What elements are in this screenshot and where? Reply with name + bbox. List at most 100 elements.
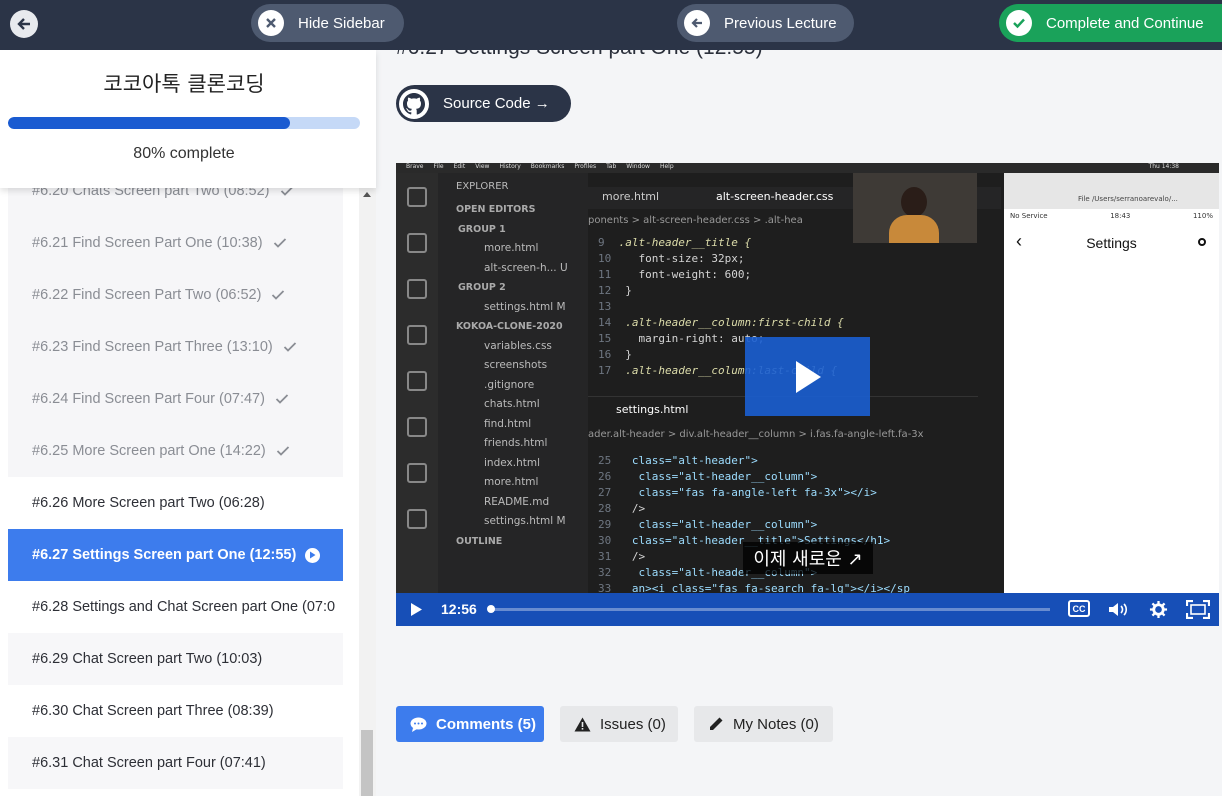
explorer-file: index.html	[484, 456, 540, 469]
lecture-item[interactable]: #6.26 More Screen part Two (06:28)	[8, 477, 343, 529]
code-text: />	[625, 550, 646, 563]
lecture-item[interactable]: #6.28 Settings and Chat Screen part One …	[8, 581, 343, 633]
lecture-item[interactable]: #6.25 More Screen part One (14:22)	[8, 425, 343, 477]
explorer-file: friends.html	[484, 437, 548, 449]
complete-and-continue-button[interactable]: Complete and Continue	[999, 4, 1222, 42]
seek-knob[interactable]	[487, 605, 495, 613]
lecture-label: #6.25 More Screen part One (14:22)	[32, 443, 266, 459]
carrier: No Service	[1010, 212, 1048, 220]
lecture-item[interactable]: #6.29 Chat Screen part Two (10:03)	[8, 633, 343, 685]
course-title: 코코아톡 클론코딩	[103, 72, 265, 96]
code-text: />	[625, 502, 646, 515]
lecture-item[interactable]: #6.21 Find Screen Part One (10:38)	[8, 217, 343, 269]
vscode-explorer: EXPLORER OPEN EDITORS GROUP 1 more.html alt…	[438, 173, 588, 593]
instructor-head	[901, 187, 927, 217]
settings-gear-icon[interactable]	[1149, 600, 1168, 619]
explorer-file: settings.html M	[484, 515, 566, 527]
arrow-left-icon	[684, 10, 710, 36]
code-text: font-size: 32px;	[625, 252, 745, 265]
explorer-file: more.html	[484, 242, 539, 254]
line-number: 13	[598, 300, 612, 313]
previous-lecture-button[interactable]: Previous Lecture	[677, 4, 854, 42]
issues-label: Issues (0)	[600, 715, 666, 733]
line-number: 29	[598, 518, 612, 531]
check-icon	[283, 342, 296, 352]
code-text: class="alt-header__column">	[625, 518, 818, 531]
extensions-icon	[407, 371, 427, 391]
closed-captions-icon[interactable]: CC	[1068, 600, 1090, 617]
line-number: 11	[598, 268, 612, 281]
comments-label: Comments (5)	[436, 715, 537, 733]
progress-text: 80% complete	[133, 145, 235, 162]
lecture-label: #6.23 Find Screen Part Three (13:10)	[32, 339, 273, 355]
phone-title: Settings	[1086, 235, 1137, 251]
comments-tab[interactable]: Comments (5)	[396, 706, 544, 742]
explorer-section: OUTLINE	[456, 535, 503, 547]
line-number: 26	[598, 470, 612, 483]
check-icon	[273, 238, 286, 248]
lecture-item[interactable]: #6.24 Find Screen Part Four (07:47)	[8, 373, 343, 425]
explorer-section: GROUP 1	[458, 223, 506, 235]
run-icon	[407, 325, 427, 345]
seek-bar[interactable]	[487, 605, 1050, 613]
arrow-left-icon	[17, 18, 30, 30]
lecture-item[interactable]: #6.22 Find Screen Part Two (06:52)	[8, 269, 343, 321]
line-number: 25	[598, 454, 612, 467]
editor-tab: alt-screen-header.css	[716, 190, 834, 203]
my-notes-tab[interactable]: My Notes (0)	[694, 706, 833, 742]
instructor-body	[889, 215, 939, 243]
fullscreen-icon[interactable]	[1186, 600, 1210, 619]
code-text: margin-right: auto;	[625, 332, 765, 345]
volume-icon[interactable]	[1108, 601, 1130, 618]
sidebar-scrollbar[interactable]	[359, 188, 376, 796]
code-line: 28 />	[598, 501, 910, 517]
course-progress-header: 코코아톡 클론코딩 80% complete	[0, 50, 376, 188]
big-play-button[interactable]	[745, 337, 870, 416]
code-line: 25 class="alt-header">	[598, 453, 910, 469]
explorer-section: OPEN EDITORS	[456, 204, 536, 215]
progress-bar-fill	[8, 117, 290, 129]
video-player[interactable]: Brave File Edit View History Bookmarks Profile…	[396, 163, 1219, 626]
lecture-label: #6.31 Chat Screen part Four (07:41)	[32, 755, 266, 771]
pencil-icon	[708, 716, 724, 732]
my-notes-label: My Notes (0)	[733, 715, 819, 733]
search-icon	[407, 233, 427, 253]
back-button[interactable]	[10, 10, 38, 38]
docker-icon	[407, 463, 427, 483]
explorer-title: EXPLORER	[456, 181, 509, 192]
hide-sidebar-button[interactable]: Hide Sidebar	[251, 4, 404, 42]
explorer-file: more.html	[484, 476, 539, 488]
comment-icon	[410, 717, 427, 732]
lecture-label: #6.28 Settings and Chat Screen part One …	[32, 599, 336, 615]
lecture-item-active[interactable]: #6.27 Settings Screen part One (12:55)	[8, 529, 343, 581]
explorer-section: KOKOA-CLONE-2020	[456, 321, 563, 332]
lecture-item[interactable]: #6.31 Chat Screen part Four (07:41)	[8, 737, 343, 789]
warning-icon	[574, 717, 591, 732]
issues-tab[interactable]: Issues (0)	[560, 706, 678, 742]
source-code-button[interactable]: Source Code →	[396, 85, 571, 122]
close-icon	[258, 10, 284, 36]
line-number: 16	[598, 348, 612, 361]
battery: 110%	[1192, 212, 1213, 220]
check-icon	[272, 290, 285, 300]
sidebar: 코코아톡 클론코딩 80% complete #6.20 Chats Scree…	[0, 50, 376, 796]
lecture-item[interactable]: #6.30 Chat Screen part Three (08:39)	[8, 685, 343, 737]
code-text: .alt-header__column:first-child {	[625, 316, 844, 329]
check-icon	[275, 394, 289, 404]
lecture-item[interactable]: #6.23 Find Screen Part Three (13:10)	[8, 321, 343, 373]
lecture-label: #6.27 Settings Screen part One (12:55)	[32, 547, 297, 563]
scrollbar-thumb[interactable]	[361, 730, 373, 796]
code-text: .alt-header__title {	[618, 236, 752, 249]
hide-sidebar-label: Hide Sidebar	[298, 14, 385, 32]
breadcrumb: ponents > alt-screen-header.css > .alt-h…	[588, 215, 803, 226]
code-text: }	[625, 348, 632, 361]
mac-menu-item: History	[499, 163, 521, 170]
scroll-up-arrow-icon[interactable]	[363, 192, 371, 197]
top-bar: Hide Sidebar Previous Lecture Complete a…	[0, 0, 1222, 50]
play-icon[interactable]	[410, 602, 423, 617]
line-number: 31	[598, 550, 612, 563]
mac-menu-bar: Brave File Edit View History Bookmarks Profile…	[396, 163, 1219, 173]
phone-status-bar: No Service 18:43 110%	[1004, 209, 1219, 223]
code-line: 26 class="alt-header__column">	[598, 469, 910, 485]
code-line: 27 class="fas fa-angle-left fa-3x"></i>	[598, 485, 910, 501]
